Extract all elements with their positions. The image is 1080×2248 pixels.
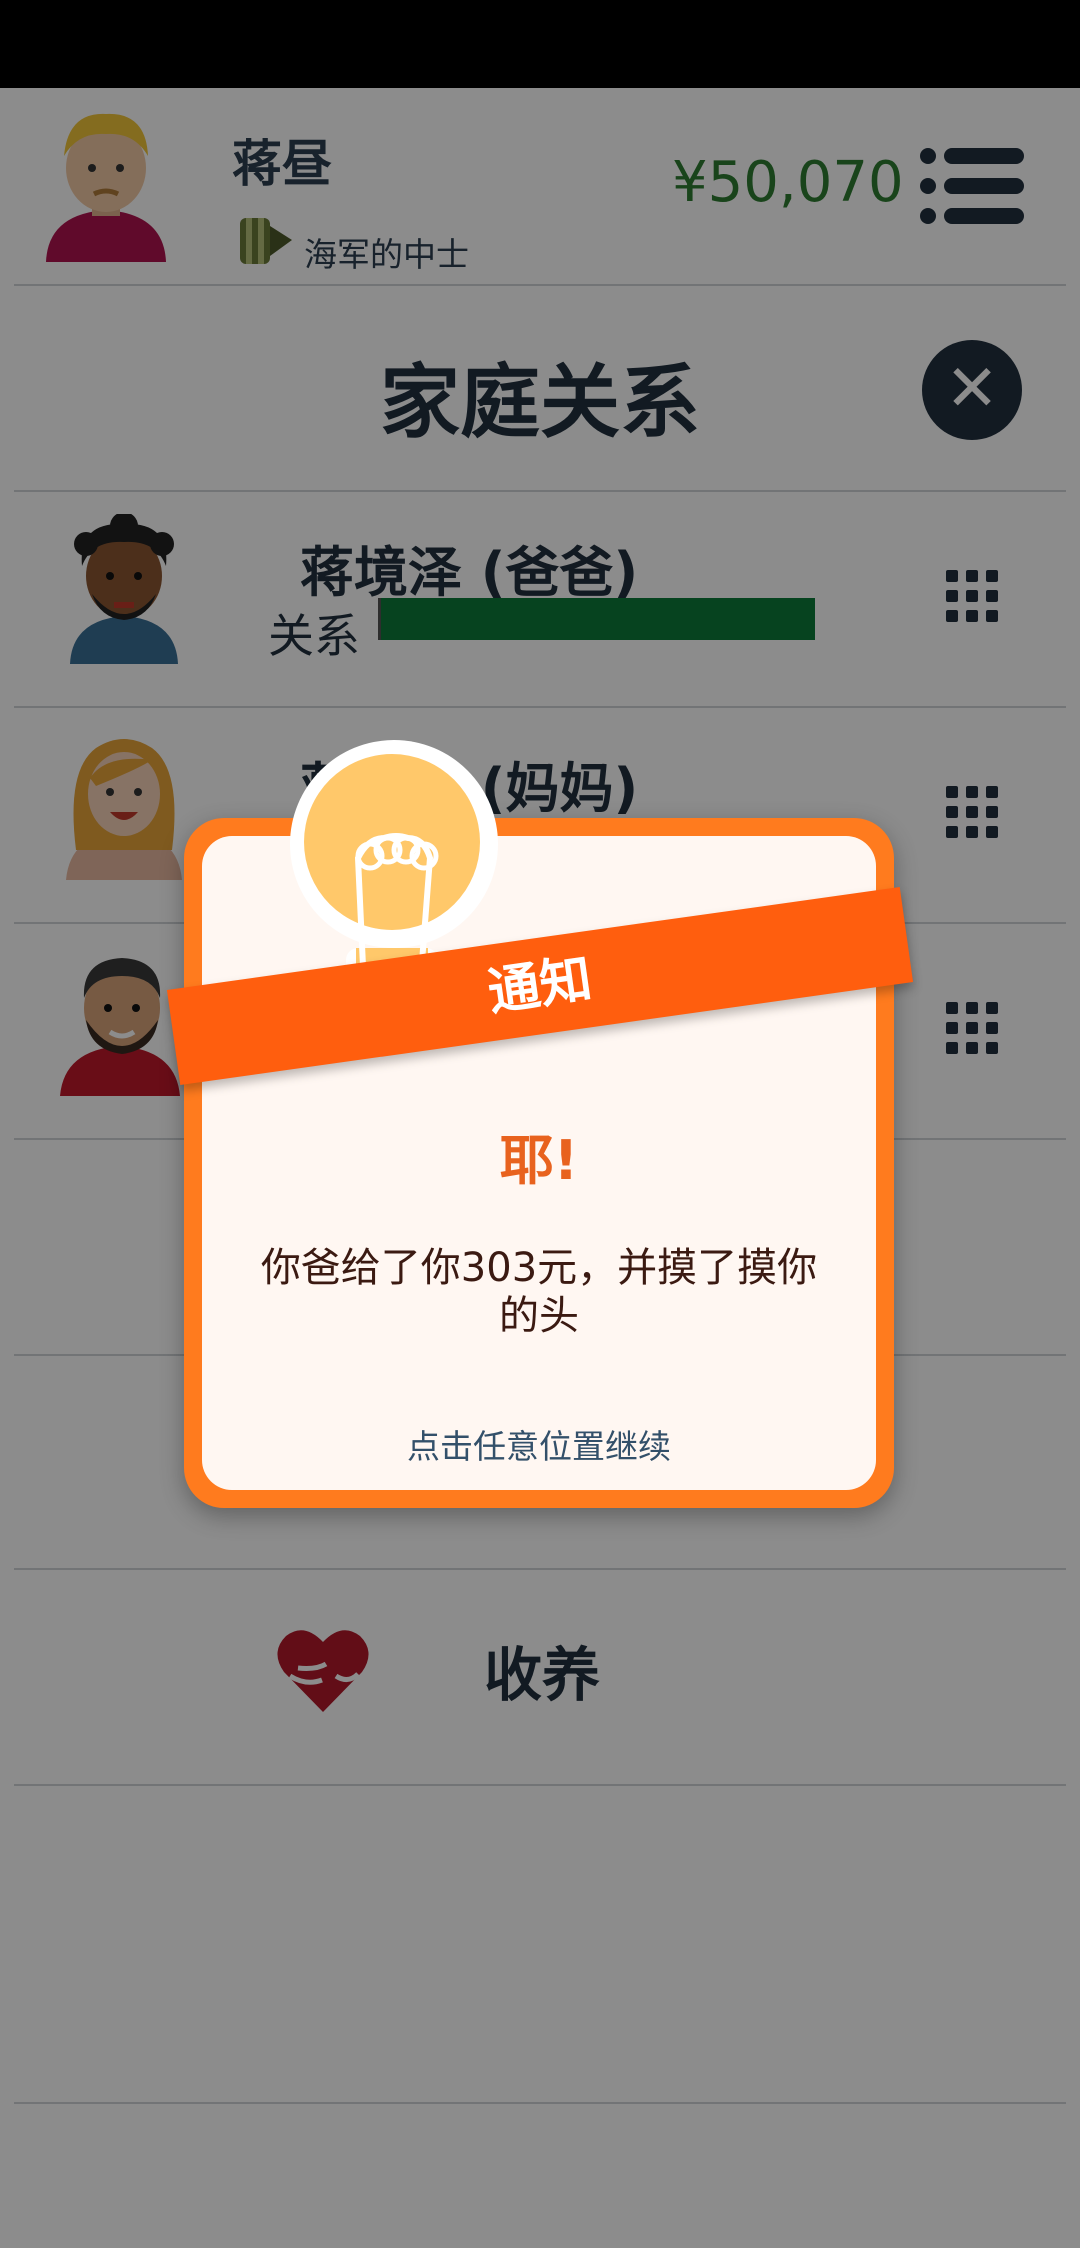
notification-title: 耶! [499, 1129, 579, 1192]
notification-message: 你爸给了你303元，并摸了摸你的头 [260, 1245, 818, 1339]
status-bar [0, 0, 1080, 88]
continue-hint[interactable]: 点击任意位置继续 [184, 1420, 894, 1468]
